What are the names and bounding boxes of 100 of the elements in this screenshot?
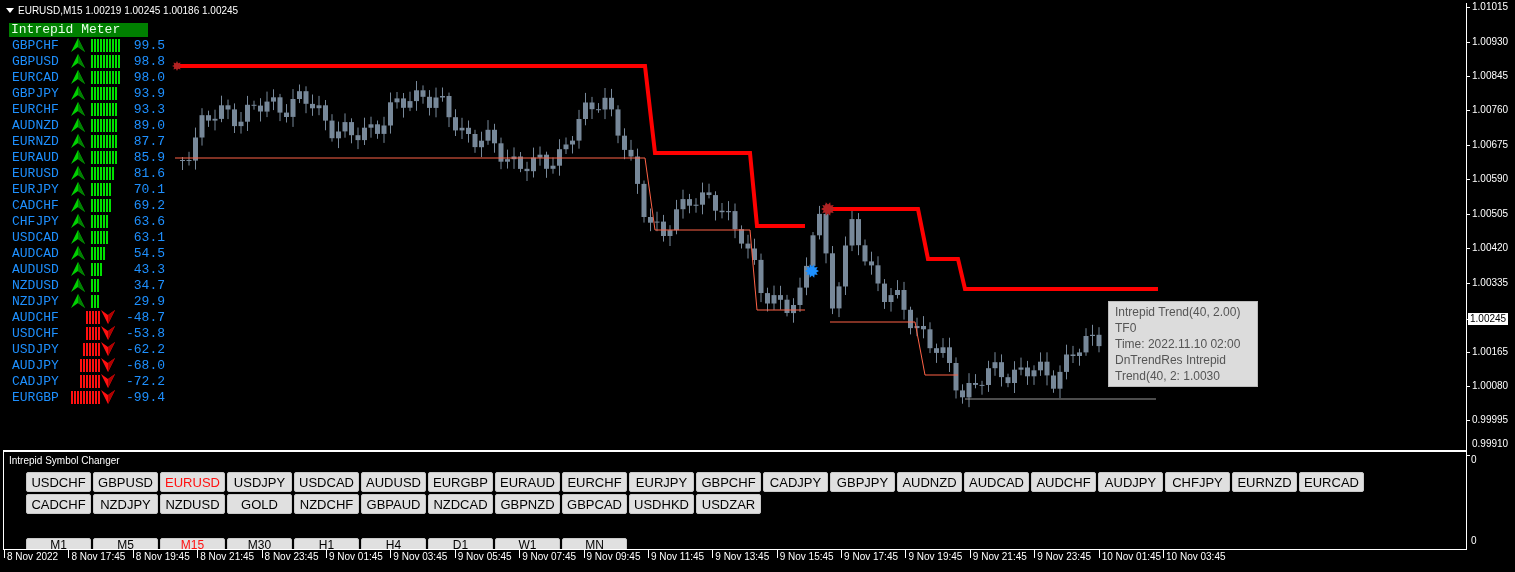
strength-bars	[91, 214, 109, 228]
time-label: 9 Nov 15:45	[776, 550, 842, 558]
strength-bars	[91, 166, 115, 180]
strength-bars	[91, 294, 100, 308]
price-label: 1.00420	[1471, 242, 1510, 255]
symbol-label: NZDJPY	[11, 293, 60, 309]
symbol-label: AUDJPY	[11, 357, 60, 373]
strength-bars	[91, 134, 118, 148]
symbol-button[interactable]: GBPCHF	[696, 472, 761, 492]
meter-value: 63.1	[132, 229, 165, 245]
symbol-button[interactable]: GBPAUD	[361, 494, 426, 514]
strength-bars	[86, 310, 101, 324]
strength-bars	[80, 358, 101, 372]
symbol-button[interactable]: EURJPY	[629, 472, 694, 492]
strength-bars	[80, 374, 101, 388]
time-label: 8 Nov 21:45	[197, 550, 262, 558]
symbol-button[interactable]: NZDCAD	[428, 494, 493, 514]
tooltip-text: Trend(40, 2: 1.0030	[1115, 368, 1221, 384]
time-label: 9 Nov 07:45	[519, 550, 584, 558]
meter-value: 93.3	[132, 101, 165, 117]
timeframe-button[interactable]: W1	[495, 538, 560, 549]
symbol-label: USDCHF	[11, 325, 60, 341]
meter-value: 70.1	[132, 181, 165, 197]
symbol-button[interactable]: USDHKD	[629, 494, 694, 514]
symbol-label: EURCHF	[11, 101, 60, 117]
symbol-label: EURJPY	[11, 181, 60, 197]
symbol-button[interactable]: EURCAD	[1299, 472, 1364, 492]
symbol-button[interactable]: USDCAD	[294, 472, 359, 492]
symbol-label: EURNZD	[11, 133, 60, 149]
symbol-button[interactable]: AUDUSD	[361, 472, 426, 492]
time-label: 8 Nov 19:45	[132, 550, 198, 558]
symbol-label: USDJPY	[11, 341, 60, 357]
time-label: 9 Nov 03:45	[390, 550, 455, 558]
strength-bars	[91, 198, 112, 212]
timeframe-button[interactable]: M30	[227, 538, 292, 549]
strength-bars	[91, 70, 121, 84]
meter-value: 34.7	[132, 277, 165, 293]
time-label: 9 Nov 19:45	[905, 550, 970, 558]
strength-bars	[91, 278, 100, 292]
symbol-label: AUDUSD	[11, 261, 60, 277]
panel-title: Intrepid Symbol Changer	[9, 455, 120, 466]
symbol-label: EURGBP	[11, 389, 60, 405]
strength-bars	[91, 246, 106, 260]
timeframe-button[interactable]: H1	[294, 538, 359, 549]
time-label: 9 Nov 13:45	[712, 550, 777, 558]
symbol-button[interactable]: EURAUD	[495, 472, 560, 492]
price-label: 0.99910	[1471, 438, 1510, 450]
symbol-button[interactable]: GBPUSD	[93, 472, 158, 492]
price-label: 1.00505	[1471, 207, 1510, 220]
symbol-button[interactable]: USDCHF	[26, 472, 91, 492]
symbol-button[interactable]: GBPCAD	[562, 494, 627, 514]
symbol-button[interactable]: CHFJPY	[1165, 472, 1230, 492]
dropdown-icon[interactable]	[6, 7, 14, 14]
symbol-button[interactable]: USDZAR	[696, 494, 761, 514]
symbol-button[interactable]: NZDCHF	[294, 494, 359, 514]
time-label: 10 Nov 01:45	[1098, 550, 1164, 558]
symbol-label: CADCHF	[11, 197, 60, 213]
time-label: 10 Nov 03:45	[1163, 550, 1228, 558]
strength-bars	[86, 326, 101, 340]
symbol-button[interactable]: NZDUSD	[160, 494, 225, 514]
meter-value: -99.4	[125, 389, 165, 405]
symbol-button[interactable]: AUDCAD	[964, 472, 1029, 492]
symbol-button[interactable]: AUDNZD	[897, 472, 962, 492]
meter-value: -68.0	[125, 357, 165, 373]
timeframe-button[interactable]: D1	[428, 538, 493, 549]
symbol-button[interactable]: GBPJPY	[830, 472, 895, 492]
meter-value: 89.0	[132, 117, 165, 133]
meter-value: 98.8	[132, 53, 165, 69]
symbol-button[interactable]: GOLD	[227, 494, 292, 514]
price-label: 1.00080	[1471, 380, 1510, 392]
symbol-label: EURAUD	[11, 149, 60, 165]
symbol-button[interactable]: AUDCHF	[1031, 472, 1096, 492]
price-label: 1.00335	[1471, 276, 1510, 289]
symbol-label: USDCAD	[11, 229, 60, 245]
meter-value: 87.7	[132, 133, 165, 149]
symbol-button[interactable]: EURCHF	[562, 472, 627, 492]
symbol-button[interactable]: AUDJPY	[1098, 472, 1163, 492]
symbol-button[interactable]: GBPNZD	[495, 494, 560, 514]
time-label: 9 Nov 01:45	[325, 550, 391, 558]
symbol-button[interactable]: EURNZD	[1232, 472, 1297, 492]
symbol-label: EURCAD	[11, 69, 60, 85]
symbol-button[interactable]: CADCHF	[26, 494, 91, 514]
symbol-label: AUDCAD	[11, 245, 60, 261]
symbol-button[interactable]: EURGBP	[428, 472, 493, 492]
symbol-button[interactable]: CADJPY	[763, 472, 828, 492]
signal-marker	[172, 61, 182, 71]
timeframe-button[interactable]: H4	[361, 538, 426, 549]
symbol-button[interactable]: USDJPY	[227, 472, 292, 492]
timeframe-button[interactable]: M5	[93, 538, 158, 549]
strength-bars	[91, 230, 109, 244]
strength-bars	[91, 38, 121, 52]
strength-bars	[91, 102, 118, 116]
meter-value: 93.9	[132, 85, 165, 101]
symbol-label: GBPUSD	[11, 53, 60, 69]
timeframe-button[interactable]: M1	[26, 538, 91, 549]
tooltip-text: TF0	[1115, 320, 1138, 336]
symbol-label: AUDCHF	[11, 309, 60, 325]
timeframe-button[interactable]: MN	[562, 538, 627, 549]
strength-bars	[91, 118, 118, 132]
symbol-button[interactable]: NZDJPY	[93, 494, 158, 514]
